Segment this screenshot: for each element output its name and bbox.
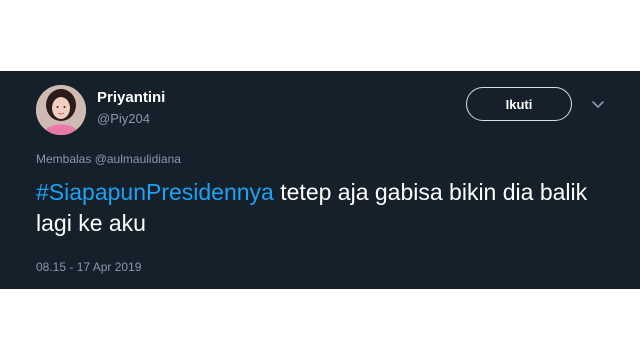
tweet-card: Priyantini @Piy204 Ikuti Membalas @aulma… [0, 71, 640, 289]
user-handle[interactable]: @Piy204 [97, 111, 150, 126]
follow-button[interactable]: Ikuti [466, 87, 572, 121]
more-options-button[interactable] [591, 98, 605, 112]
tweet-text: #SiapapunPresidennya tetep aja gabisa bi… [36, 177, 616, 239]
hashtag-link[interactable]: #SiapapunPresidennya [36, 179, 274, 205]
reply-context: Membalas @aulmaulidiana [36, 152, 181, 166]
tweet-timestamp[interactable]: 08.15 - 17 Apr 2019 [36, 260, 141, 274]
display-name[interactable]: Priyantini [97, 89, 165, 106]
profile-photo-icon [36, 85, 86, 135]
avatar[interactable] [36, 85, 86, 135]
chevron-down-icon [592, 101, 604, 108]
reply-prefix: Membalas [36, 152, 92, 166]
reply-mention-link[interactable]: @aulmaulidiana [95, 152, 181, 166]
page: Priyantini @Piy204 Ikuti Membalas @aulma… [0, 0, 640, 360]
follow-button-label: Ikuti [505, 96, 533, 112]
